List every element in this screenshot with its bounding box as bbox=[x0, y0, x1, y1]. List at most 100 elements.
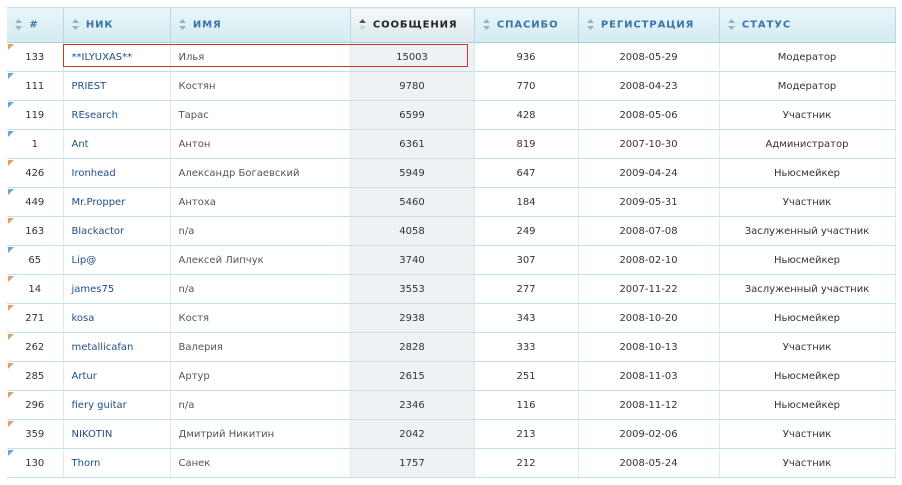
name-value: Артур bbox=[178, 370, 210, 382]
column-header-posts[interactable]: СООБЩЕНИЯ bbox=[350, 7, 475, 43]
column-header-reg[interactable]: РЕГИСТРАЦИЯ bbox=[578, 7, 720, 43]
cell-num: 111 bbox=[7, 71, 64, 101]
cell-nick[interactable]: REsearch bbox=[63, 100, 171, 130]
posts-value: 6599 bbox=[399, 109, 425, 121]
cell-status: Участник bbox=[719, 187, 896, 217]
name-value: Дмитрий Никитин bbox=[178, 428, 275, 440]
cell-status: Участник bbox=[719, 448, 896, 478]
cell-posts: 2828 bbox=[350, 332, 475, 362]
num-value: 359 bbox=[25, 428, 45, 440]
cell-posts: 6361 bbox=[350, 129, 475, 159]
cell-reg: 2009-02-06 bbox=[578, 419, 720, 449]
table-row: 111 PRIEST Костян 9780 770 2008-04-23 Модерато… bbox=[7, 71, 896, 101]
table-row: 14 james75 n/a 3553 277 2007-11-22 Заслуженный… bbox=[7, 274, 896, 304]
member-nick-link[interactable]: Ironhead bbox=[72, 168, 116, 179]
member-nick-link[interactable]: Blackactor bbox=[72, 226, 125, 237]
cell-nick[interactable]: NIKOTIN bbox=[63, 419, 171, 449]
reg-value: 2008-05-24 bbox=[619, 457, 678, 469]
member-nick-link[interactable]: kosa bbox=[72, 313, 95, 324]
thanks-value: 212 bbox=[516, 457, 536, 469]
reg-value: 2008-11-03 bbox=[619, 370, 678, 382]
cell-nick[interactable]: Thorn bbox=[63, 448, 171, 478]
reg-value: 2007-11-22 bbox=[619, 283, 678, 295]
cell-reg: 2008-02-10 bbox=[578, 245, 720, 275]
thanks-value: 251 bbox=[516, 370, 536, 382]
cell-nick[interactable]: **ILYUXAS** bbox=[63, 42, 171, 72]
column-header-thanks[interactable]: СПАСИБО bbox=[474, 7, 579, 43]
corner-flag-icon bbox=[8, 44, 14, 50]
column-header-nick[interactable]: НИК bbox=[63, 7, 171, 43]
cell-num: 426 bbox=[7, 158, 64, 188]
cell-thanks: 212 bbox=[474, 448, 579, 478]
name-value: Тарас bbox=[178, 109, 209, 121]
column-header-label: # bbox=[29, 19, 39, 31]
member-nick-link[interactable]: Lip@ bbox=[72, 255, 97, 266]
cell-nick[interactable]: james75 bbox=[63, 274, 171, 304]
table-row: 426 Ironhead Александр Богаевский 5949 647 20… bbox=[7, 158, 896, 188]
corner-flag-icon bbox=[8, 160, 14, 166]
cell-thanks: 213 bbox=[474, 419, 579, 449]
cell-status: Участник bbox=[719, 332, 896, 362]
posts-value: 4058 bbox=[399, 225, 425, 237]
member-nick-link[interactable]: james75 bbox=[72, 284, 115, 295]
corner-flag-icon bbox=[8, 421, 14, 427]
cell-nick[interactable]: PRIEST bbox=[63, 71, 171, 101]
cell-posts: 2938 bbox=[350, 303, 475, 333]
member-nick-link[interactable]: Thorn bbox=[72, 458, 101, 469]
table-row: 1 Ant Антон 6361 819 2007-10-30 Администратор bbox=[7, 129, 896, 159]
table-body: 133 **ILYUXAS** Илья 15003 936 2008-05-29 Моде… bbox=[7, 42, 896, 478]
cell-nick[interactable]: metallicafan bbox=[63, 332, 171, 362]
cell-nick[interactable]: Mr.Propper bbox=[63, 187, 171, 217]
member-nick-link[interactable]: NIKOTIN bbox=[72, 429, 113, 440]
cell-name: n/a bbox=[170, 390, 351, 420]
cell-name: Алексей Липчук bbox=[170, 245, 351, 275]
cell-posts: 5949 bbox=[350, 158, 475, 188]
posts-value: 6361 bbox=[399, 138, 425, 150]
cell-nick[interactable]: Blackactor bbox=[63, 216, 171, 246]
posts-value: 5460 bbox=[399, 196, 425, 208]
cell-reg: 2008-05-06 bbox=[578, 100, 720, 130]
member-nick-link[interactable]: metallicafan bbox=[72, 342, 134, 353]
cell-status: Модератор bbox=[719, 71, 896, 101]
cell-nick[interactable]: Ironhead bbox=[63, 158, 171, 188]
table-row: 119 REsearch Тарас 6599 428 2008-05-06 Участни… bbox=[7, 100, 896, 130]
cell-nick[interactable]: Lip@ bbox=[63, 245, 171, 275]
reg-value: 2008-11-12 bbox=[619, 399, 678, 411]
cell-num: 65 bbox=[7, 245, 64, 275]
column-header-status[interactable]: СТАТУС bbox=[719, 7, 896, 43]
cell-num: 130 bbox=[7, 448, 64, 478]
cell-nick[interactable]: fiery guitar bbox=[63, 390, 171, 420]
member-nick-link[interactable]: Artur bbox=[72, 371, 97, 382]
thanks-value: 647 bbox=[516, 167, 536, 179]
cell-status: Заслуженный участник bbox=[719, 216, 896, 246]
status-value: Ньюсмейкер bbox=[773, 254, 841, 266]
cell-name: Александр Богаевский bbox=[170, 158, 351, 188]
thanks-value: 819 bbox=[516, 138, 536, 150]
member-nick-link[interactable]: **ILYUXAS** bbox=[72, 52, 133, 63]
num-value: 119 bbox=[25, 109, 45, 121]
column-header-label: СПАСИБО bbox=[496, 19, 559, 31]
table-row: 262 metallicafan Валерия 2828 333 2008-10-13 У… bbox=[7, 332, 896, 362]
member-nick-link[interactable]: Ant bbox=[72, 139, 89, 150]
reg-value: 2008-02-10 bbox=[619, 254, 678, 266]
num-value: 271 bbox=[25, 312, 45, 324]
cell-status: Ньюсмейкер bbox=[719, 390, 896, 420]
status-value: Модератор bbox=[777, 51, 837, 63]
cell-nick[interactable]: kosa bbox=[63, 303, 171, 333]
cell-thanks: 251 bbox=[474, 361, 579, 391]
status-value: Ньюсмейкер bbox=[773, 167, 841, 179]
member-nick-link[interactable]: fiery guitar bbox=[72, 400, 127, 411]
thanks-value: 213 bbox=[516, 428, 536, 440]
member-nick-link[interactable]: PRIEST bbox=[72, 81, 107, 92]
corner-flag-icon bbox=[8, 305, 14, 311]
cell-nick[interactable]: Ant bbox=[63, 129, 171, 159]
cell-reg: 2008-10-20 bbox=[578, 303, 720, 333]
num-value: 285 bbox=[25, 370, 45, 382]
column-header-name[interactable]: ИМЯ bbox=[170, 7, 351, 43]
cell-nick[interactable]: Artur bbox=[63, 361, 171, 391]
cell-name: n/a bbox=[170, 274, 351, 304]
member-nick-link[interactable]: Mr.Propper bbox=[72, 197, 126, 208]
cell-reg: 2007-10-30 bbox=[578, 129, 720, 159]
member-nick-link[interactable]: REsearch bbox=[72, 110, 118, 121]
column-header-num[interactable]: # bbox=[7, 7, 64, 43]
